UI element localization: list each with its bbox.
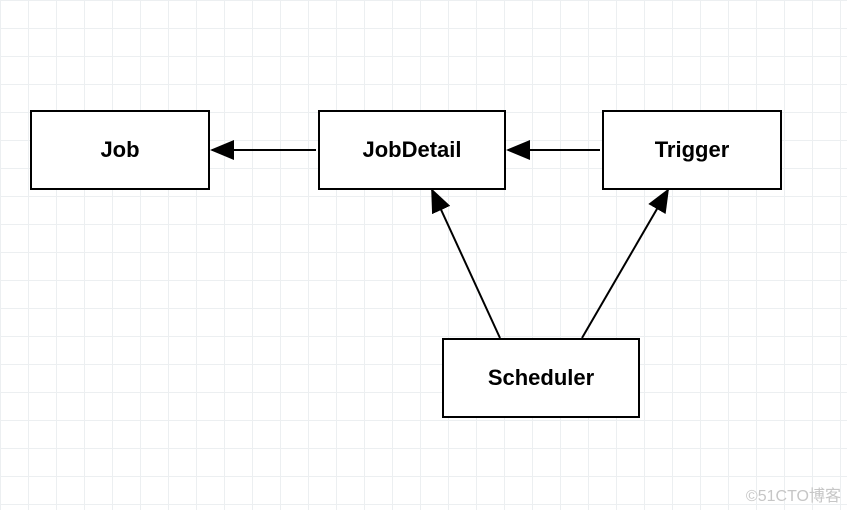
node-jobdetail-label: JobDetail bbox=[362, 137, 461, 163]
node-jobdetail: JobDetail bbox=[318, 110, 506, 190]
node-scheduler-label: Scheduler bbox=[488, 365, 594, 391]
edge-scheduler-jobdetail bbox=[432, 190, 500, 338]
edge-scheduler-trigger bbox=[582, 190, 668, 338]
node-job: Job bbox=[30, 110, 210, 190]
node-scheduler: Scheduler bbox=[442, 338, 640, 418]
node-trigger-label: Trigger bbox=[655, 137, 730, 163]
node-trigger: Trigger bbox=[602, 110, 782, 190]
node-job-label: Job bbox=[100, 137, 139, 163]
diagram-arrows bbox=[0, 0, 847, 510]
